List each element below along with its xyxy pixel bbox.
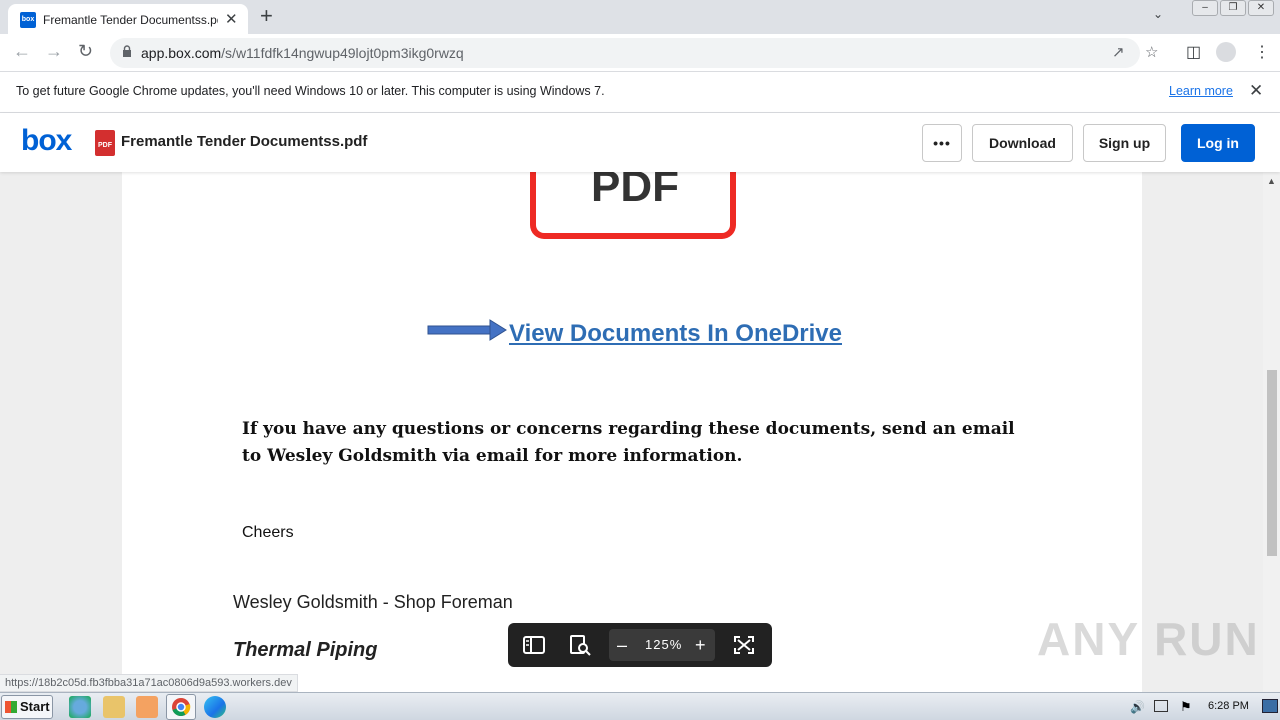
email-body-text: If you have any questions or concerns re… — [242, 419, 1015, 466]
signature-name: Wesley Goldsmith - Shop Foreman — [233, 592, 513, 612]
url-host: app.box.com — [141, 45, 222, 61]
reload-icon[interactable]: ↻ — [78, 41, 93, 62]
find-in-document-icon[interactable] — [568, 634, 592, 656]
action-center-flag-icon[interactable]: ⚑ — [1180, 699, 1192, 715]
internet-explorer-icon[interactable] — [69, 696, 91, 718]
vertical-scrollbar[interactable]: ▲ — [1263, 172, 1280, 692]
restore-icon[interactable]: ❐ — [1220, 0, 1246, 16]
infobar-close-icon[interactable]: ✕ — [1249, 81, 1263, 101]
share-icon[interactable]: ↗ — [1112, 43, 1125, 61]
box-header: box PDF Fremantle Tender Documentss.pdf … — [0, 113, 1280, 172]
file-name: Fremantle Tender Documentss.pdf — [121, 133, 368, 150]
windows-taskbar: Start 🔊 ⚑ 6:28 PM — [0, 692, 1280, 720]
bookmark-star-icon[interactable]: ☆ — [1145, 43, 1158, 61]
new-tab-button[interactable]: + — [260, 4, 273, 28]
anyrun-watermark: ANY RUN — [1037, 613, 1260, 665]
browser-toolbar: ← → ↻ app.box.com/s/w11fdfk14ngwup49lojt… — [0, 34, 1280, 72]
start-label: Start — [20, 699, 50, 714]
tab-title: Fremantle Tender Documentss.pdf | Powere… — [43, 13, 218, 27]
closing-text: Cheers — [242, 524, 294, 541]
minimize-icon[interactable]: – — [1192, 0, 1218, 16]
pdf-file-icon: PDF — [95, 130, 115, 156]
company-name: Thermal Piping — [233, 639, 378, 661]
viewer-controls: – 125% + — [508, 623, 772, 667]
media-player-icon[interactable] — [136, 696, 158, 718]
zoom-out-button[interactable]: – — [617, 629, 627, 661]
address-bar[interactable]: app.box.com/s/w11fdfk14ngwup49lojt0pm3ik… — [110, 38, 1158, 68]
volume-icon[interactable]: 🔊 — [1130, 700, 1145, 714]
window-controls: – ❐ ✕ — [1192, 0, 1274, 18]
view-documents-onedrive-link[interactable]: View Documents In OneDrive — [509, 320, 842, 348]
more-options-button[interactable]: ••• — [922, 124, 962, 162]
zoom-group: – 125% + — [609, 629, 715, 661]
browser-tab[interactable]: box Fremantle Tender Documentss.pdf | Po… — [8, 4, 248, 34]
profile-avatar-icon[interactable] — [1216, 42, 1236, 62]
right-arrow-icon — [427, 319, 507, 341]
status-url: https://18b2c05d.fb3fbba31a71ac0806d9a59… — [0, 674, 298, 692]
tab-search-chevron-icon[interactable]: ⌄ — [1153, 7, 1163, 21]
pdf-page: PDF View Documents In OneDrive If you ha… — [122, 172, 1142, 692]
zoom-level: 125% — [645, 637, 683, 652]
show-desktop-icon[interactable] — [1262, 699, 1278, 713]
back-arrow-icon[interactable]: ← — [13, 41, 31, 62]
url-text: app.box.com/s/w11fdfk14ngwup49lojt0pm3ik… — [141, 45, 464, 61]
windows-logo-icon — [5, 701, 17, 713]
tab-strip: box Fremantle Tender Documentss.pdf | Po… — [0, 0, 1280, 34]
chrome-taskbar-button[interactable] — [166, 694, 196, 720]
network-icon[interactable] — [1154, 700, 1168, 712]
zoom-in-button[interactable]: + — [695, 629, 706, 661]
edge-icon[interactable] — [204, 696, 226, 718]
forward-arrow-icon[interactable]: → — [45, 41, 63, 62]
chrome-icon — [172, 698, 191, 717]
sign-up-button[interactable]: Sign up — [1083, 124, 1166, 162]
update-infobar: To get future Google Chrome updates, you… — [0, 72, 1280, 113]
window-close-icon[interactable]: ✕ — [1248, 0, 1274, 16]
learn-more-link[interactable]: Learn more — [1169, 84, 1233, 98]
sidebar-toggle-icon[interactable] — [522, 635, 546, 655]
start-button[interactable]: Start — [1, 695, 53, 719]
side-panel-icon[interactable]: ◫ — [1186, 42, 1201, 62]
file-explorer-icon[interactable] — [103, 696, 125, 718]
download-button[interactable]: Download — [972, 124, 1073, 162]
scroll-thumb[interactable] — [1267, 370, 1277, 556]
pdf-graphic-label: PDF — [591, 172, 679, 211]
box-logo[interactable]: box — [21, 124, 72, 158]
fullscreen-icon[interactable] — [733, 635, 755, 655]
tab-close-icon[interactable]: ✕ — [225, 10, 238, 28]
chrome-menu-icon[interactable]: ⋮ — [1254, 42, 1270, 62]
infobar-message: To get future Google Chrome updates, you… — [16, 84, 605, 98]
system-tray: 🔊 ⚑ 6:28 PM — [1120, 694, 1280, 720]
box-favicon-icon: box — [20, 12, 36, 28]
log-in-button[interactable]: Log in — [1181, 124, 1255, 162]
lock-icon — [123, 45, 131, 57]
scroll-up-arrow-icon[interactable]: ▲ — [1267, 176, 1276, 186]
url-path: /s/w11fdfk14ngwup49lojt0pm3ikg0rwzq — [221, 45, 464, 61]
pdf-graphic: PDF — [530, 172, 736, 239]
clock: 6:28 PM — [1208, 700, 1249, 712]
